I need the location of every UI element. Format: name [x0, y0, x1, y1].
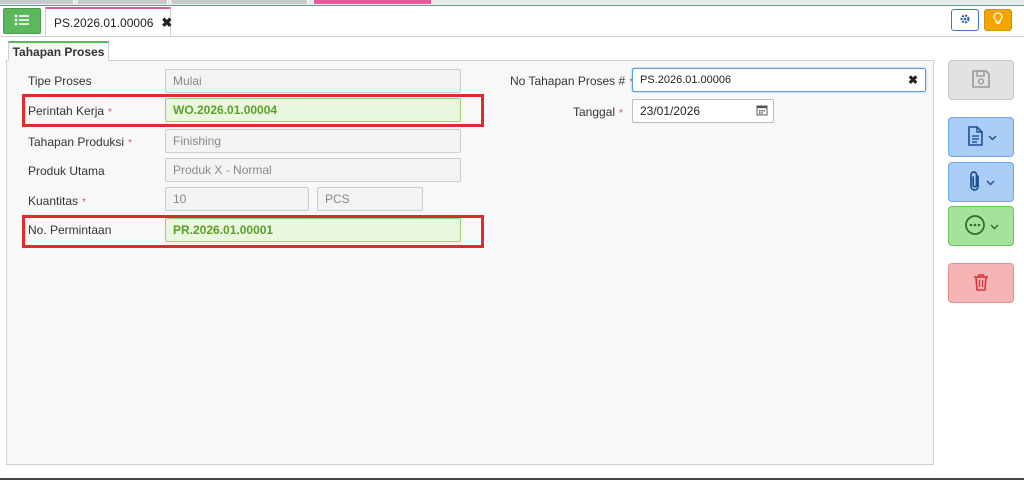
tab-tahapan-proses[interactable]: Tahapan Proses: [8, 41, 109, 61]
tips-button[interactable]: [984, 9, 1012, 31]
tahapan-produksi-label: Tahapan Produksi *: [28, 135, 132, 149]
save-icon: [970, 68, 992, 93]
accent-line: [0, 5, 1024, 6]
no-tahapan-proses-label: No Tahapan Proses #*: [510, 74, 633, 88]
delete-button[interactable]: [948, 263, 1014, 303]
highlight-box: [22, 94, 484, 127]
chevron-down-icon: [986, 175, 995, 189]
chevron-down-icon: [988, 130, 997, 144]
document-tab[interactable]: PS.2026.01.00006 ✖: [45, 7, 172, 37]
document-icon: [966, 125, 984, 149]
top-tab-segment[interactable]: [78, 0, 168, 4]
top-tab-segment-active[interactable]: [314, 0, 432, 4]
lightbulb-icon: [993, 12, 1003, 28]
clear-icon[interactable]: ✖: [908, 73, 918, 87]
tipe-proses-label: Tipe Proses: [28, 74, 92, 88]
tabbar-divider: [0, 36, 1024, 37]
tanggal-label: Tanggal *: [573, 105, 623, 119]
list-icon: [14, 14, 30, 29]
produk-utama-label: Produk Utama: [28, 164, 105, 178]
top-tab-segment[interactable]: [172, 0, 308, 4]
menu-button[interactable]: [3, 8, 41, 34]
attachment-menu-button[interactable]: [948, 162, 1014, 202]
highlight-box: [22, 215, 484, 248]
more-actions-button[interactable]: [948, 206, 1014, 246]
tahapan-produksi-field[interactable]: Finishing: [165, 129, 461, 153]
document-tab-title: PS.2026.01.00006: [54, 16, 154, 30]
tab-label: Tahapan Proses: [12, 44, 105, 59]
save-button[interactable]: [948, 60, 1014, 100]
paperclip-icon: [968, 170, 982, 195]
kuantitas-label: Kuantitas *: [28, 194, 86, 208]
unit-field[interactable]: PCS: [317, 187, 423, 211]
calendar-icon[interactable]: [756, 104, 768, 119]
chevron-down-icon: [990, 219, 999, 233]
more-icon: [964, 214, 986, 239]
document-menu-button[interactable]: [948, 117, 1014, 157]
settings-button[interactable]: [951, 9, 979, 31]
no-tahapan-proses-input[interactable]: PS.2026.01.00006 ✖: [632, 68, 926, 92]
tipe-proses-field[interactable]: Mulai: [165, 69, 461, 93]
gear-icon: [959, 13, 971, 28]
top-tab-segment[interactable]: [0, 0, 74, 4]
kuantitas-field[interactable]: 10: [165, 187, 309, 211]
produk-utama-field[interactable]: Produk X - Normal: [165, 158, 461, 182]
form-panel: Tipe Proses Mulai Perintah Kerja * WO.202…: [6, 60, 934, 465]
tanggal-input[interactable]: 23/01/2026: [632, 99, 774, 123]
close-icon[interactable]: ✖: [161, 15, 172, 31]
trash-icon: [973, 273, 989, 294]
